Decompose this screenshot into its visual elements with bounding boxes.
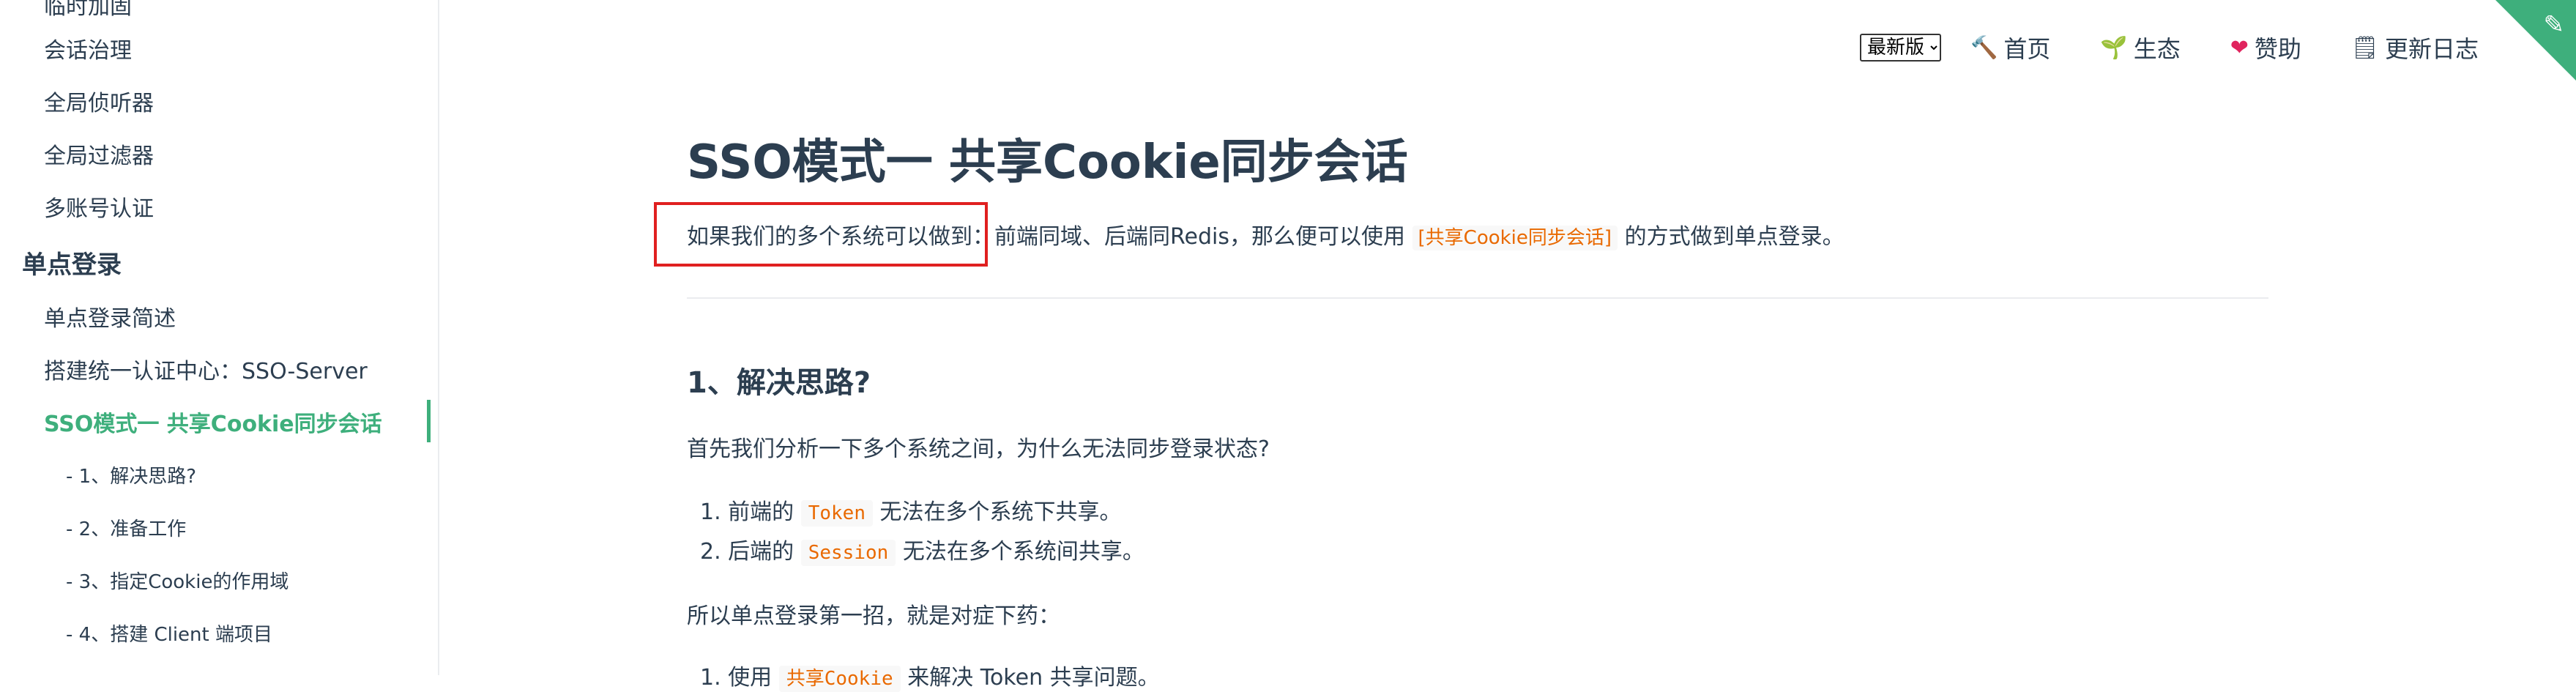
sidebar-subitem-solution[interactable]: - 1、解决思路?	[66, 461, 196, 488]
sidebar-subitem-client-project[interactable]: - 4、搭建 Client 端项目	[66, 620, 272, 647]
intro-text-part1: 如果我们的多个系统可以做到：	[687, 224, 994, 250]
sidebar-item-global-listener[interactable]: 全局侦听器	[44, 85, 154, 117]
sidebar-subitem-cookie-domain[interactable]: - 3、指定Cookie的作用域	[66, 567, 289, 594]
intro-text-part3: 的方式做到单点登录。	[1624, 224, 1844, 250]
sidebar: 临时加固 会话治理 全局侦听器 全局过滤器 多账号认证 单点登录 单点登录简述 …	[0, 0, 439, 675]
intro-paragraph: 如果我们的多个系统可以做到：前端同域、后端同Redis，那么便可以使用 [共享C…	[687, 218, 1844, 250]
list-item-suffix: 无法在多个系统下共享。	[879, 499, 1122, 525]
intro-text-part2: 前端同域、后端同Redis，那么便可以使用	[994, 224, 1405, 250]
nav-changelog[interactable]: 🗒 更新日志	[2351, 31, 2479, 64]
sidebar-item-sso-overview[interactable]: 单点登录简述	[44, 300, 176, 332]
section-heading-solution: 1、解决思路?	[687, 366, 871, 400]
list-item-token: 1. 前端的 Token 无法在多个系统下共享。	[700, 494, 1122, 527]
code-shared-cookie: 共享Cookie	[778, 666, 901, 692]
code-session: Session	[800, 540, 896, 566]
list-item-session: 2. 后端的 Session 无法在多个系统间共享。	[700, 533, 1144, 566]
sidebar-item-global-filter[interactable]: 全局过滤器	[44, 138, 154, 170]
active-indicator	[427, 400, 431, 442]
page-title: SSO模式一 共享Cookie同步会话	[687, 135, 1408, 190]
list-item-suffix: 无法在多个系统间共享。	[902, 539, 1144, 565]
sidebar-section-sso[interactable]: 单点登录	[22, 245, 122, 280]
sidebar-item-sso-mode1-active[interactable]: SSO模式一 共享Cookie同步会话	[44, 406, 382, 438]
intro-code-shared-cookie: [共享Cookie同步会话]	[1412, 226, 1618, 250]
paragraph-analysis: 首先我们分析一下多个系统之间，为什么无法同步登录状态?	[687, 436, 1270, 462]
sidebar-subitem-preparation[interactable]: - 2、准备工作	[66, 514, 186, 541]
notepad-icon: 🗒	[2350, 34, 2379, 61]
list-item-prefix: 1. 前端的	[700, 499, 794, 525]
list-item-prefix: 1. 使用	[700, 665, 773, 691]
sidebar-item-sso-server[interactable]: 搭建统一认证中心：SSO-Server	[44, 353, 368, 385]
main-content: SSO模式一 共享Cookie同步会话 如果我们的多个系统可以做到：前端同域、后…	[687, 0, 2268, 692]
paragraph-remedy: 所以单点登录第一招，就是对症下药：	[687, 603, 1060, 629]
sidebar-item-session-governance[interactable]: 会话治理	[44, 32, 132, 64]
nav-changelog-label: 更新日志	[2385, 35, 2479, 63]
code-token: Token	[800, 500, 873, 527]
list-item-shared-cookie: 1. 使用 共享Cookie 来解决 Token 共享问题。	[700, 659, 1160, 692]
list-item-suffix: 来解决 Token 共享问题。	[907, 665, 1160, 691]
list-item-prefix: 2. 后端的	[700, 539, 794, 565]
octocat-icon[interactable]: ✎	[2544, 10, 2565, 40]
divider	[687, 297, 2268, 299]
sidebar-item-partial[interactable]: 临时加固	[44, 0, 132, 21]
sidebar-item-multi-account[interactable]: 多账号认证	[44, 190, 154, 223]
